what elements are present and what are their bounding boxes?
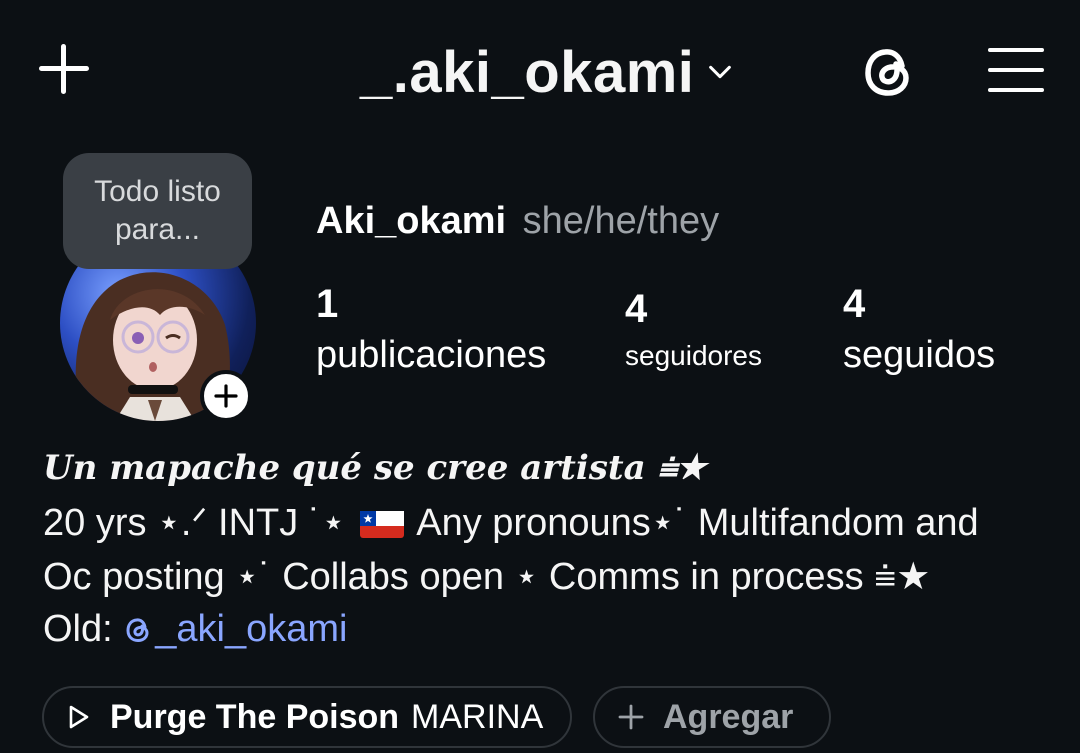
- play-icon: [69, 705, 89, 729]
- add-chip-label: Agregar: [663, 697, 794, 736]
- plus-icon: [214, 384, 238, 408]
- tooltip-line-1: Todo listo: [94, 175, 221, 208]
- bio-old-prefix: Old:: [43, 608, 124, 650]
- create-plus-icon[interactable]: [34, 40, 94, 100]
- display-name: Aki_okami: [316, 200, 507, 242]
- account-switcher[interactable]: _.aki_okami: [360, 34, 734, 110]
- bio-title: Un mapache qué se cree artista ⩧★: [43, 448, 705, 488]
- song-artist: MARINA: [411, 697, 544, 736]
- add-chip-button[interactable]: Agregar: [593, 686, 831, 748]
- song-title: Purge The Poison: [110, 697, 400, 736]
- threads-icon[interactable]: [858, 42, 918, 102]
- bio-line-2: Oc posting ⋆˙ Collabs open ⋆ Comms in pr…: [43, 556, 931, 598]
- chevron-down-icon: [709, 65, 732, 79]
- bio-line-1b: Any pronouns⋆˙ Multifandom and: [407, 502, 979, 544]
- profile-name-row: Aki_okami she/he/they: [316, 200, 719, 243]
- followers-label[interactable]: seguidores: [625, 340, 762, 372]
- add-story-button[interactable]: [200, 370, 252, 422]
- bio-line-3: Old: _aki_okami: [43, 608, 347, 651]
- note-tooltip[interactable]: Todo listo para...: [63, 153, 252, 269]
- tooltip-line-2: para...: [114, 213, 201, 246]
- posts-label[interactable]: publicaciones: [316, 334, 546, 377]
- following-count[interactable]: 4: [843, 282, 865, 327]
- threads-icon: [126, 618, 149, 643]
- chile-flag-icon: [359, 508, 404, 538]
- threads-handle-link[interactable]: _aki_okami: [123, 608, 347, 650]
- hamburger-menu-icon[interactable]: [988, 44, 1046, 96]
- music-chip[interactable]: Purge The Poison MARINA: [42, 686, 572, 748]
- bio-line-1a: 20 yrs ⋆.ᐟ INTJ ˙⋆: [43, 502, 356, 544]
- followers-count[interactable]: 4: [625, 287, 647, 332]
- following-label[interactable]: seguidos: [843, 334, 995, 377]
- threads-handle-text: _aki_okami: [155, 608, 348, 650]
- posts-count[interactable]: 1: [316, 282, 338, 327]
- bio-line-1: 20 yrs ⋆.ᐟ INTJ ˙⋆ Any pronouns⋆˙ Multif…: [43, 500, 979, 545]
- pronouns: she/he/they: [522, 200, 720, 242]
- plus-icon: [618, 704, 644, 730]
- profile-username: _.aki_okami: [360, 39, 695, 105]
